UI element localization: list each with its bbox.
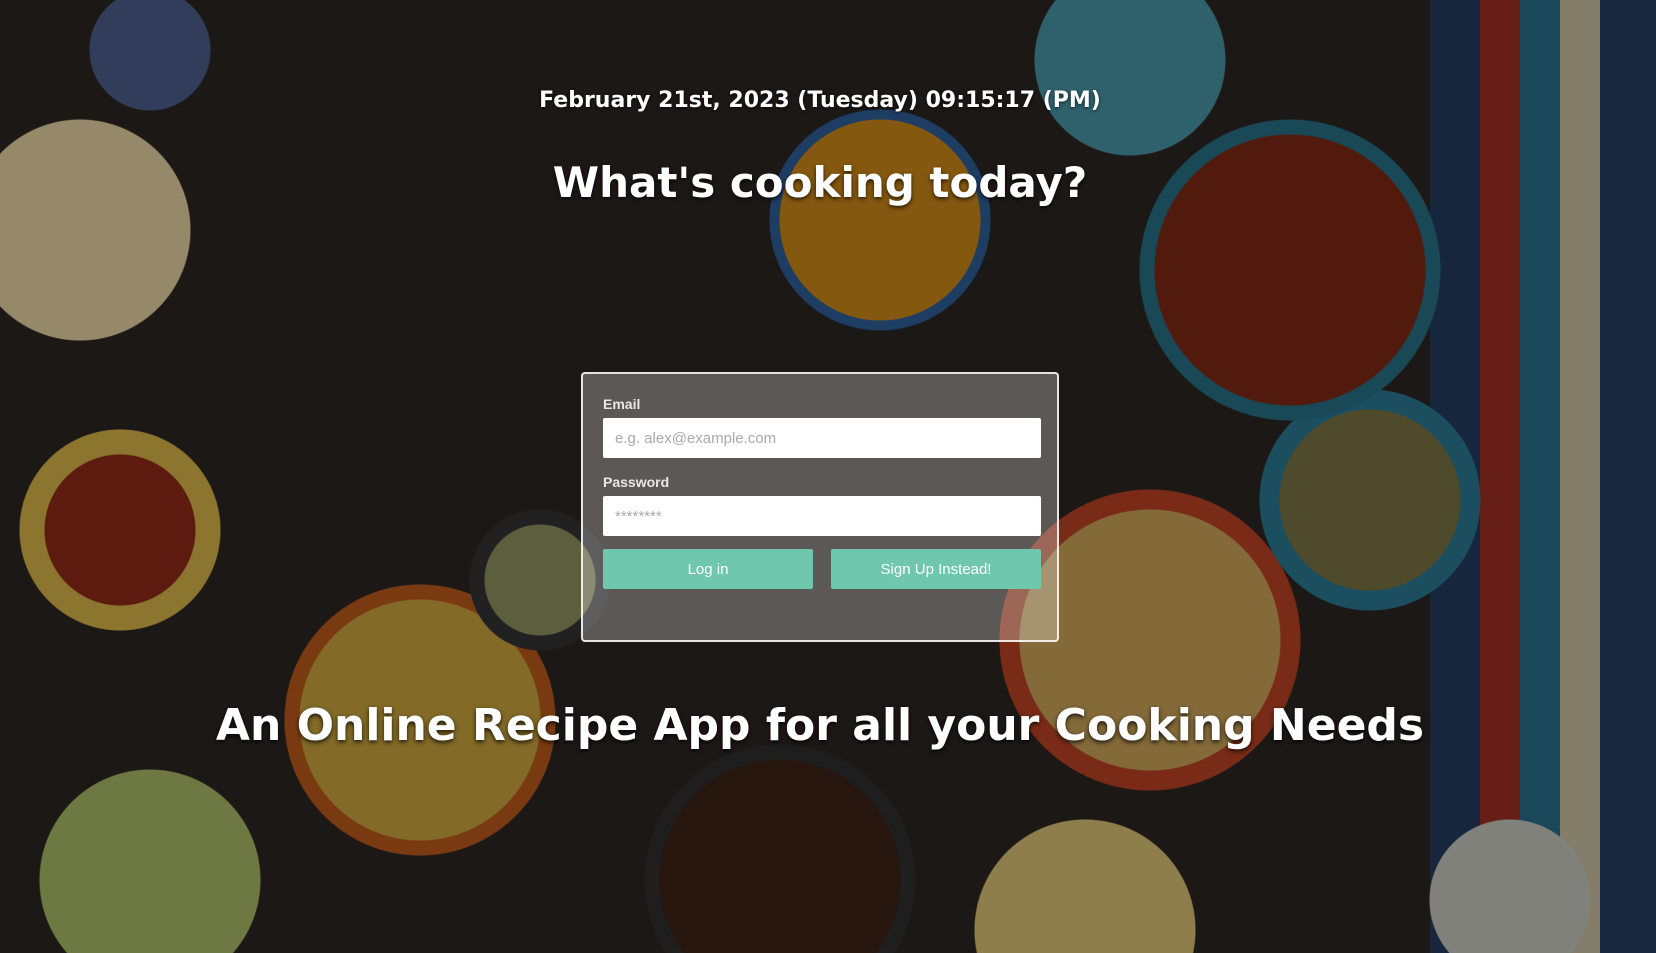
current-datetime: February 21st, 2023 (Tuesday) 09:15:17 (… xyxy=(539,88,1101,113)
landing-page: February 21st, 2023 (Tuesday) 09:15:17 (… xyxy=(0,0,1656,953)
login-form: Email Password Log in Sign Up Instead! xyxy=(581,372,1059,642)
email-input[interactable] xyxy=(603,418,1041,458)
app-tagline: An Online Recipe App for all your Cookin… xyxy=(215,700,1425,751)
page-headline: What's cooking today? xyxy=(552,158,1088,207)
form-buttons: Log in Sign Up Instead! xyxy=(603,549,1041,589)
password-input[interactable] xyxy=(603,496,1041,536)
email-label: Email xyxy=(603,396,641,412)
login-button[interactable]: Log in xyxy=(603,549,813,589)
signup-button[interactable]: Sign Up Instead! xyxy=(831,549,1041,589)
password-label: Password xyxy=(603,474,670,490)
